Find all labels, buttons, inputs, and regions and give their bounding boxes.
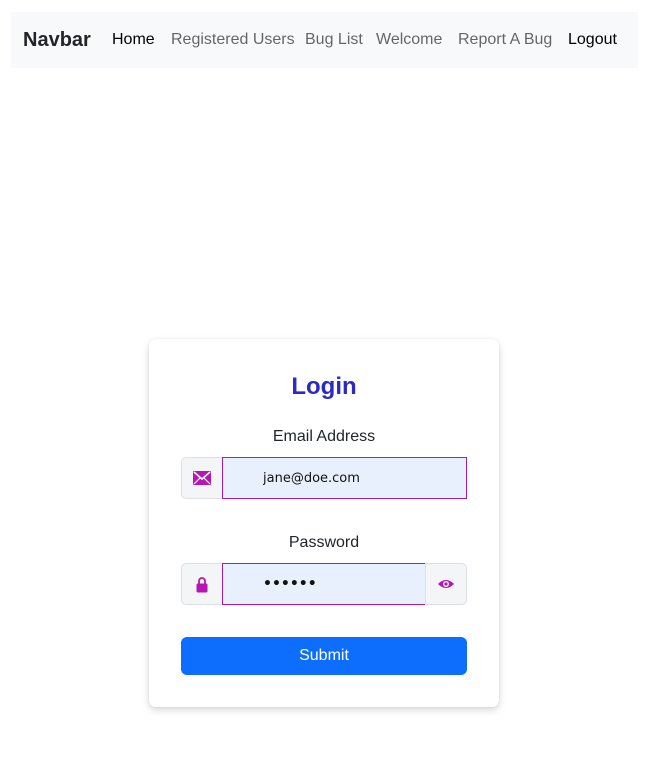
email-addon [181,457,223,499]
login-title: Login [291,373,357,400]
submit-button[interactable]: Submit [181,637,467,675]
password-field[interactable] [222,563,426,605]
password-toggle-button[interactable] [425,563,467,605]
nav-link-report-a-bug[interactable]: Report A Bug [458,31,552,49]
nav-link-bug-list[interactable]: Bug List [305,31,363,49]
nav-link-registered-users[interactable]: Registered Users [171,31,295,49]
nav-link-home[interactable]: Home [112,31,155,49]
nav-link-logout[interactable]: Logout [568,31,617,49]
login-card: Login Email Address Password Submit [149,339,499,707]
navbar-brand[interactable]: Navbar [23,29,91,52]
envelope-icon [193,471,211,485]
lock-icon [196,576,208,592]
email-label: Email Address [272,428,376,445]
nav-link-welcome[interactable]: Welcome [376,31,442,49]
eye-icon [438,580,454,588]
email-field[interactable] [222,457,467,499]
password-label: Password [288,534,360,551]
navbar: Navbar Home Registered Users Bug List We… [11,12,638,68]
password-addon [181,563,223,605]
